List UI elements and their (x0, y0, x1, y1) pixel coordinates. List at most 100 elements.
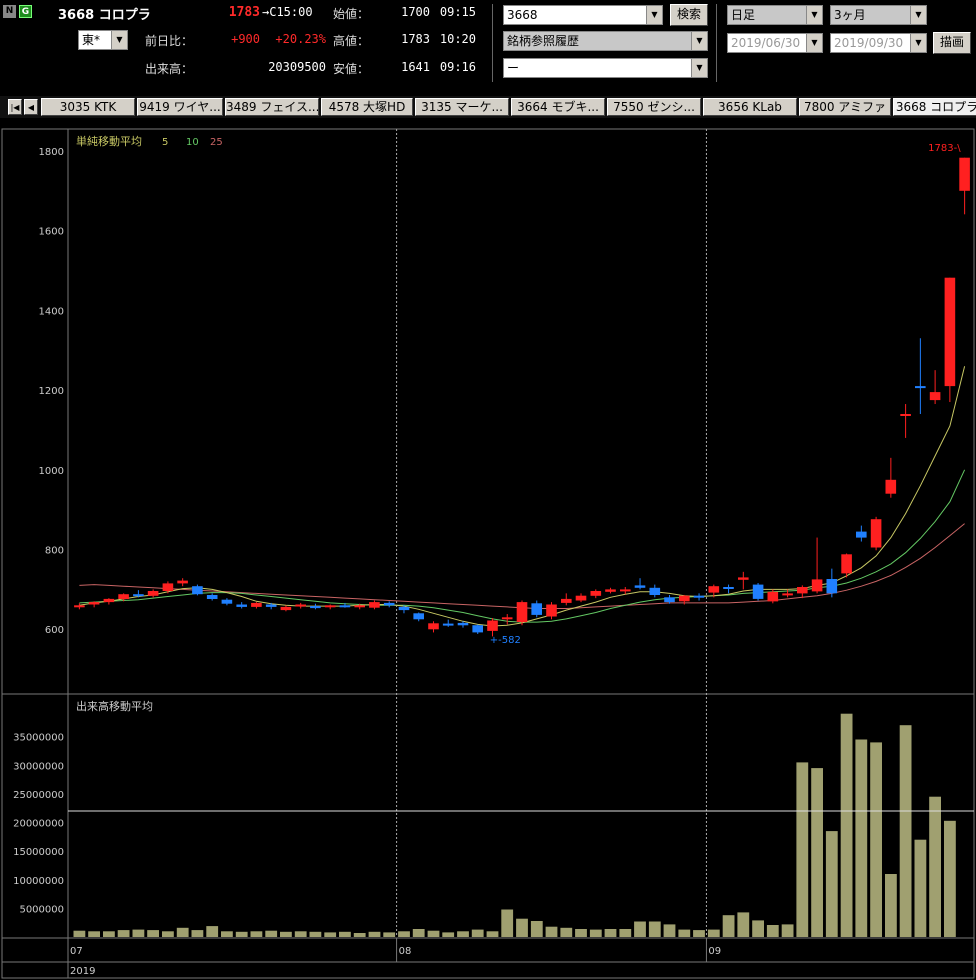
year-label: 2019 (70, 966, 95, 977)
volume-bar (176, 927, 189, 937)
candle-body (383, 602, 395, 606)
candle-body (324, 605, 336, 608)
chart-area[interactable]: 07 08 09 2019 600 800 1000 1200 1400 1600 1800 単純移動… (0, 127, 976, 980)
stock-tab[interactable]: 3656 KLab (703, 98, 797, 116)
candle-body (162, 583, 174, 591)
date-to-picker[interactable]: 2019/09/30 ▼ (830, 33, 927, 53)
stock-tab[interactable]: 9419 ワイヤ... (137, 98, 223, 116)
stock-tab[interactable]: 3489 フェイス... (225, 98, 319, 116)
candle-body (870, 519, 882, 548)
volume-bar (486, 931, 499, 937)
volume-bar (368, 931, 381, 937)
chevron-down-icon[interactable]: ▼ (910, 6, 926, 24)
volume-bar (530, 921, 543, 937)
max-price-label: 1783-\ (928, 143, 961, 154)
candle-body (428, 623, 439, 630)
candle-body (118, 594, 129, 599)
volume-bar (353, 933, 366, 937)
volume-bar (914, 839, 927, 937)
candle-body (516, 602, 528, 622)
candle-body (605, 589, 616, 592)
candle-body (398, 606, 410, 611)
chevron-down-icon[interactable]: ▼ (691, 59, 707, 77)
draw-button[interactable]: 描画 (933, 32, 971, 54)
third-select[interactable]: ー ▼ (503, 58, 708, 78)
range-select[interactable]: 3ヶ月 ▼ (830, 5, 927, 25)
stock-tab[interactable]: 4578 大塚HD (321, 98, 413, 116)
ma-legend-period: 10 (186, 137, 199, 148)
volume-bar (339, 931, 351, 937)
candle-body (693, 595, 705, 598)
stock-title: 3668 コロプラ (58, 8, 151, 23)
candle-body (915, 386, 926, 389)
volume-bar (442, 932, 455, 937)
candle-body (885, 479, 897, 494)
candle-body (74, 605, 85, 608)
volume-legend-title: 出来高移動平均 (76, 699, 153, 713)
candle-body (369, 602, 380, 608)
volume-bar (619, 929, 632, 937)
candle-body (339, 605, 351, 608)
prev-tab-icon[interactable]: ◀ (24, 99, 38, 115)
price-tick-label: 800 (45, 546, 64, 557)
volume-label: 出来高： (145, 62, 194, 76)
g-badge[interactable]: G (19, 5, 32, 18)
volume-bar (766, 925, 779, 937)
interval-value: 日足 (731, 8, 756, 22)
history-value: 銘柄参照履歴 (507, 34, 580, 48)
volume-bar (398, 931, 410, 937)
candle-body (531, 603, 542, 615)
change-value: +900 (231, 32, 260, 46)
stock-tab[interactable]: 3664 モブキ... (511, 98, 605, 116)
candle-body (251, 602, 262, 607)
volume-bar (221, 931, 233, 937)
change-percent: +20.23% (275, 32, 326, 46)
date-from-picker[interactable]: 2019/06/30 ▼ (727, 33, 823, 53)
volume-bar (88, 931, 100, 937)
stock-tab[interactable]: 3135 マーケ... (415, 98, 509, 116)
third-value: ー (507, 61, 520, 75)
stock-tab[interactable]: 3668 コロプラ (893, 98, 976, 116)
candle-body (103, 598, 115, 603)
n-badge[interactable]: N (3, 5, 16, 18)
volume-bar (250, 931, 263, 937)
stock-tab[interactable]: 3035 KTK (41, 98, 135, 116)
volume-bar (412, 929, 425, 937)
candle-body (590, 591, 602, 596)
volume-bar (840, 713, 853, 937)
volume-bar (162, 931, 174, 937)
volume-bar (575, 929, 587, 937)
first-tab-icon[interactable]: |◀ (8, 99, 22, 115)
stock-tab[interactable]: 7800 アミファ (799, 98, 891, 116)
x-tick-label: 09 (708, 946, 721, 957)
candle-body (575, 595, 587, 601)
volume-bar (324, 932, 337, 937)
market-select[interactable]: 東* ▼ (78, 30, 128, 50)
stock-tab[interactable]: 7550 ゼンシ... (607, 98, 701, 116)
candle-body (738, 577, 749, 580)
chevron-down-icon[interactable]: ▼ (806, 34, 822, 52)
volume-value: 20309500 (268, 60, 326, 74)
chevron-down-icon[interactable]: ▼ (806, 6, 822, 24)
chevron-down-icon[interactable]: ▼ (646, 6, 662, 24)
search-button[interactable]: 検索 (670, 4, 708, 26)
candle-body (752, 584, 764, 599)
price-tick-label: 1600 (39, 227, 64, 238)
volume-bar (796, 762, 809, 937)
volume-bar (825, 831, 838, 937)
price-time: →C15:00 (262, 5, 313, 19)
volume-bar (693, 930, 705, 937)
stock-code-input[interactable]: 3668 ▼ (503, 5, 663, 25)
interval-select[interactable]: 日足 ▼ (727, 5, 823, 25)
volume-bar (309, 931, 322, 937)
chevron-down-icon[interactable]: ▼ (111, 31, 127, 49)
stock-chart[interactable]: 07 08 09 2019 600 800 1000 1200 1400 1600 1800 単純移動… (0, 127, 976, 980)
candle-body (265, 604, 277, 607)
candle-body (959, 157, 970, 191)
volume-bar (294, 931, 307, 937)
chevron-down-icon[interactable]: ▼ (691, 32, 707, 50)
volume-tick-label: 35000000 (13, 733, 64, 744)
chevron-down-icon[interactable]: ▼ (910, 34, 926, 52)
history-select[interactable]: 銘柄参照履歴 ▼ (503, 31, 708, 51)
candle-body (929, 392, 941, 401)
